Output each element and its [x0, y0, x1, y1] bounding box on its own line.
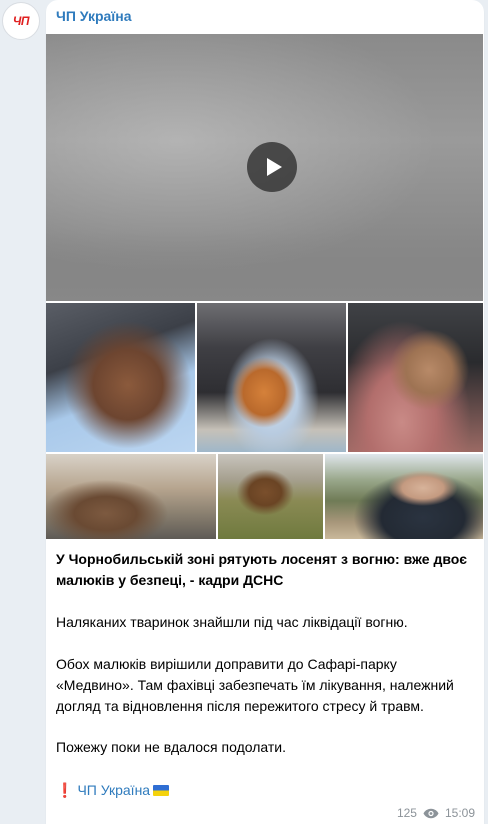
message-time: 15:09 — [444, 806, 475, 820]
channel-link[interactable]: ЧП Україна — [77, 782, 150, 798]
post-signature: ❗ ЧП Україна — [56, 780, 170, 801]
photo-moose-calf-standing[interactable] — [218, 454, 323, 539]
avatar-text: ЧП — [12, 14, 30, 28]
play-icon[interactable] — [247, 142, 297, 192]
photo-moose-calf-car-trunk[interactable] — [197, 303, 346, 452]
post-paragraph: Наляканих тваринок знайшли під час лікві… — [56, 614, 408, 630]
photo-moose-calf-feeding[interactable] — [46, 454, 216, 539]
message-bubble: ЧП Україна У Чорнобильській зоні рятують… — [46, 0, 484, 824]
message-meta: 125 15:09 — [397, 806, 475, 820]
eye-icon — [423, 808, 439, 818]
channel-avatar[interactable]: ЧП — [2, 2, 40, 40]
photo-moose-calf-blanket[interactable] — [46, 303, 195, 452]
post-paragraph: Обох малюків вирішили доправити до Сафар… — [56, 656, 454, 714]
photo-man-holding-moose-calf[interactable] — [325, 454, 483, 539]
photo-moose-calf-car-seat[interactable] — [348, 303, 483, 452]
ukraine-flag-icon — [153, 785, 170, 796]
post-paragraph: Пожежу поки не вдалося подолати. — [56, 739, 287, 755]
view-count: 125 — [396, 806, 417, 820]
exclamation-icon: ❗ — [56, 782, 74, 798]
channel-name[interactable]: ЧП Україна — [56, 8, 132, 24]
post-headline: У Чорнобильській зоні рятують лосенят з … — [56, 551, 468, 588]
